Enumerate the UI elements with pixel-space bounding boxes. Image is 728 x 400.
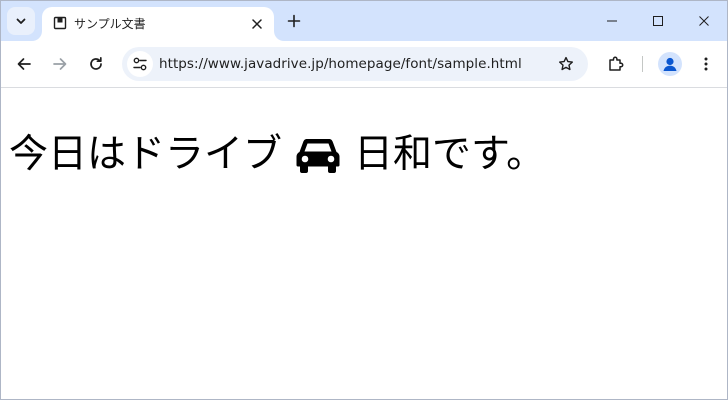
browser-window: サンプル文書 https://www.javadrive.jp/homepage… (0, 0, 728, 400)
reload-button[interactable] (82, 50, 110, 78)
plus-icon (287, 14, 301, 28)
maximize-button[interactable] (635, 1, 681, 41)
close-icon (699, 16, 709, 26)
tab-search-button[interactable] (7, 7, 35, 35)
arrow-right-icon (53, 58, 67, 70)
url-text[interactable]: https://www.javadrive.jp/homepage/font/s… (159, 56, 522, 72)
page-content: 今日はドライブ 日和です。 (1, 88, 727, 399)
site-info-button[interactable] (127, 51, 153, 77)
maximize-icon (653, 16, 663, 26)
reload-icon (90, 56, 102, 70)
bookmark-button[interactable] (556, 54, 576, 74)
star-icon (559, 56, 573, 71)
chevron-down-icon (16, 18, 26, 24)
arrow-left-icon (17, 58, 31, 70)
heading-text-after: 日和です。 (354, 132, 546, 177)
car-icon (296, 139, 340, 173)
address-bar[interactable]: https://www.javadrive.jp/homepage/font/s… (122, 47, 588, 81)
toolbar-separator (642, 56, 643, 72)
forward-button[interactable] (46, 50, 74, 78)
minimize-button[interactable] (589, 1, 635, 41)
tab-active[interactable]: サンプル文書 (42, 7, 274, 41)
menu-button[interactable] (692, 50, 720, 78)
extensions-button[interactable] (602, 50, 630, 78)
heading-text-before: 今日はドライブ (9, 132, 283, 177)
page-heading: 今日はドライブ 日和です。 (9, 132, 545, 178)
tune-icon (133, 57, 147, 71)
toolbar: https://www.javadrive.jp/homepage/font/s… (1, 41, 727, 88)
tab-close-button[interactable] (248, 15, 266, 33)
more-vert-icon (704, 57, 708, 71)
document-favicon-icon (53, 16, 67, 30)
close-icon (252, 19, 262, 29)
tab-title: サンプル文書 (74, 17, 146, 31)
back-button[interactable] (10, 50, 38, 78)
profile-avatar[interactable] (658, 52, 682, 76)
person-icon (663, 57, 677, 71)
new-tab-button[interactable] (283, 10, 305, 32)
window-close-button[interactable] (681, 1, 727, 41)
puzzle-icon (609, 56, 624, 71)
minimize-icon (607, 20, 617, 22)
tab-strip: サンプル文書 (1, 1, 727, 41)
